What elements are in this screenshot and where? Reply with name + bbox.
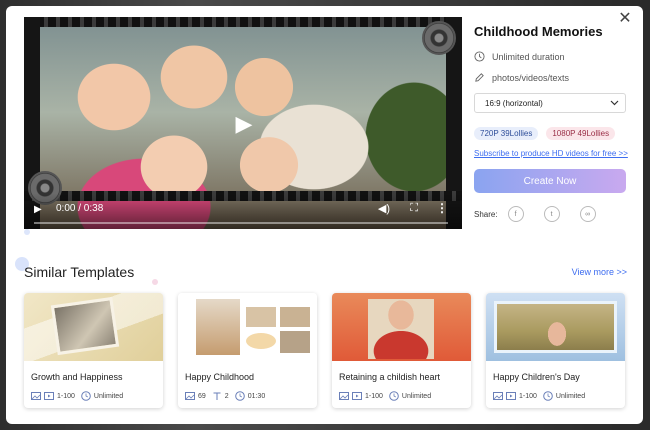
- clock-icon: [389, 391, 399, 401]
- facebook-icon[interactable]: f: [507, 206, 524, 222]
- film-strip-top: [24, 17, 462, 27]
- media-count: 69: [198, 392, 206, 400]
- image-icon: [339, 392, 349, 400]
- volume-icon[interactable]: ◀): [378, 202, 390, 215]
- duration-text: Unlimited duration: [492, 51, 565, 62]
- template-name: Happy Children's Day: [493, 372, 580, 382]
- template-card[interactable]: Retaining a childish heart 1-100 Unlimit…: [332, 293, 471, 408]
- media-row: photos/videos/texts: [474, 72, 629, 83]
- fullscreen-icon[interactable]: ⛶: [410, 202, 418, 215]
- video-player[interactable]: ▶ ▶ 0:00 / 0:38 ◀) ⛶ ⋮: [24, 17, 462, 229]
- template-modal: ✕ ▶ ▶ 0:00 / 0:38 ◀) ⛶ ⋮ Childhood Memor…: [6, 6, 643, 424]
- share-row: Share: f t ∞: [474, 206, 629, 222]
- pencil-icon: [475, 73, 484, 82]
- control-play-icon[interactable]: ▶: [34, 204, 42, 215]
- badge-1080p[interactable]: 1080P 49Lollies: [546, 127, 616, 140]
- link-icon[interactable]: ∞: [579, 206, 596, 222]
- template-name: Happy Childhood: [185, 372, 255, 382]
- clock-icon: [234, 391, 245, 401]
- template-cards: Growth and Happiness 1-100 Unlimited Hap…: [24, 293, 625, 408]
- film-reel-icon: [422, 21, 456, 55]
- quality-badges: 720P 39Lollies 1080P 49Lollies: [474, 127, 629, 140]
- video-time: 0:00 / 0:38: [56, 203, 104, 214]
- duration-row: Unlimited duration: [474, 51, 629, 62]
- aspect-ratio-select[interactable]: 16:9 (horizontal): [474, 93, 626, 113]
- twitter-icon[interactable]: t: [543, 206, 560, 222]
- template-name: Retaining a childish heart: [339, 372, 441, 382]
- template-duration: 01:30: [247, 392, 266, 400]
- chevron-down-icon: [610, 100, 619, 106]
- image-icon: [493, 392, 503, 400]
- template-thumbnail: [332, 293, 471, 361]
- clock-icon: [543, 391, 553, 401]
- view-more-link[interactable]: View more >>: [572, 267, 627, 277]
- media-text: photos/videos/texts: [492, 72, 570, 83]
- badge-720p[interactable]: 720P 39Lollies: [474, 127, 539, 140]
- play-icon[interactable]: ▶: [232, 111, 256, 136]
- video-progress-bar[interactable]: [34, 222, 448, 224]
- template-title: Childhood Memories: [474, 24, 603, 39]
- video-icon: [506, 392, 516, 400]
- template-duration: Unlimited: [555, 392, 586, 400]
- template-meta: 1-100 Unlimited: [493, 391, 585, 401]
- template-thumbnail: [24, 293, 163, 361]
- decorative-dot: [152, 279, 158, 285]
- clock-icon: [81, 391, 91, 401]
- video-icon: [44, 392, 54, 400]
- template-meta: 1-100 Unlimited: [339, 391, 431, 401]
- template-meta: 69 2 01:30: [185, 391, 265, 401]
- template-duration: Unlimited: [93, 392, 124, 400]
- template-meta: 1-100 Unlimited: [31, 391, 123, 401]
- template-card[interactable]: Growth and Happiness 1-100 Unlimited: [24, 293, 163, 408]
- similar-templates-title: Similar Templates: [24, 264, 135, 280]
- aspect-ratio-value: 16:9 (horizontal): [485, 98, 543, 108]
- image-icon: [31, 392, 41, 400]
- template-thumbnail: [486, 293, 625, 361]
- subscribe-link[interactable]: Subscribe to produce HD videos for free …: [474, 147, 629, 160]
- text-count: 2: [224, 392, 229, 400]
- clock-icon: [474, 51, 485, 62]
- create-now-button[interactable]: Create Now: [474, 169, 626, 193]
- template-card[interactable]: Happy Childhood 69 2 01:30: [178, 293, 317, 408]
- template-duration: Unlimited: [401, 392, 432, 400]
- media-count: 1-100: [519, 392, 537, 400]
- text-icon: [213, 392, 221, 400]
- media-count: 1-100: [365, 392, 383, 400]
- image-icon: [185, 392, 195, 400]
- video-icon: [352, 392, 362, 400]
- more-options-icon[interactable]: ⋮: [436, 201, 448, 215]
- share-label: Share:: [474, 209, 498, 219]
- template-info-panel: Childhood Memories Unlimited duration ph…: [474, 24, 629, 222]
- decorative-dot: [24, 229, 30, 235]
- template-name: Growth and Happiness: [31, 372, 123, 382]
- template-thumbnail: [178, 293, 317, 361]
- template-card[interactable]: Happy Children's Day 1-100 Unlimited: [486, 293, 625, 408]
- media-count: 1-100: [57, 392, 75, 400]
- video-controls: ▶ 0:00 / 0:38 ◀) ⛶ ⋮: [24, 193, 462, 229]
